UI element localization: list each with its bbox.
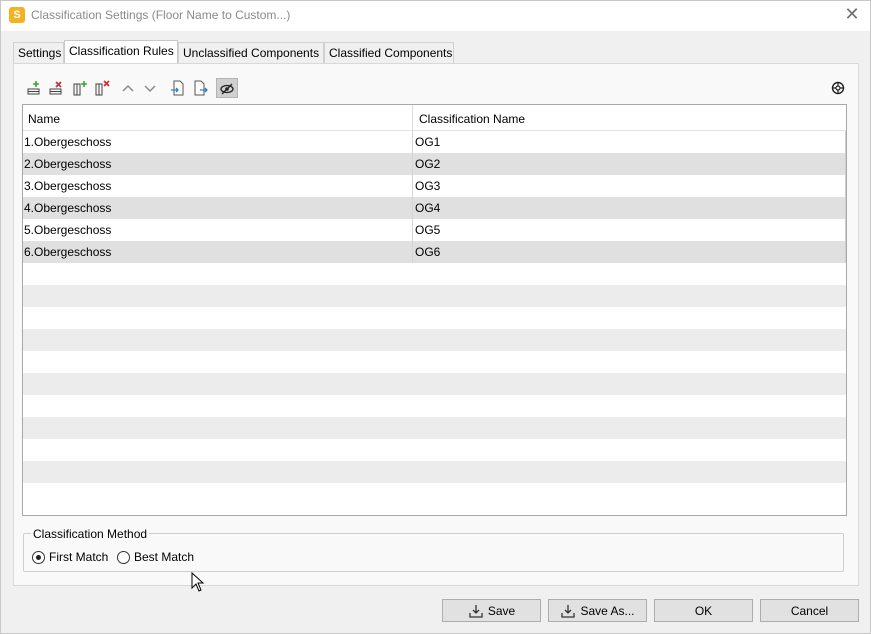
save-button-label: Save [487, 603, 516, 618]
settings-icon[interactable] [828, 78, 848, 98]
toolbar [22, 78, 848, 98]
empty-row [23, 483, 846, 505]
save-as-button-label: Save As... [580, 603, 635, 618]
radio-best-match-label: Best Match [134, 550, 195, 564]
close-icon[interactable]: ✕ [842, 4, 862, 24]
empty-row [23, 417, 846, 439]
tab-settings[interactable]: Settings [13, 42, 64, 63]
cell-classification[interactable]: OG4 [415, 197, 440, 219]
add-column-icon[interactable] [70, 78, 90, 98]
empty-row [23, 461, 846, 483]
tab-classified-components[interactable]: Classified Components [324, 42, 454, 63]
title-bar: S Classification Settings (Floor Name to… [1, 1, 870, 31]
cell-classification[interactable]: OG1 [415, 131, 440, 153]
empty-row [23, 329, 846, 351]
cell-classification[interactable]: OG5 [415, 219, 440, 241]
window-title: Classification Settings (Floor Name to C… [31, 8, 291, 22]
cell-name[interactable]: 1.Obergeschoss [24, 131, 111, 153]
column-divider[interactable] [412, 105, 413, 131]
ok-button[interactable]: OK [654, 599, 753, 622]
download-icon [469, 604, 483, 618]
mouse-cursor-icon [191, 571, 205, 592]
cell-name[interactable]: 4.Obergeschoss [24, 197, 111, 219]
empty-row [23, 439, 846, 461]
tab-unclassified-components[interactable]: Unclassified Components [178, 42, 324, 63]
cell-classification[interactable]: OG3 [415, 175, 440, 197]
column-header-classification-name[interactable]: Classification Name [414, 105, 525, 131]
empty-row [23, 307, 846, 329]
add-row-icon[interactable] [24, 78, 44, 98]
empty-row [23, 285, 846, 307]
empty-row [23, 351, 846, 373]
export-icon[interactable] [190, 78, 210, 98]
radio-unchecked-icon[interactable] [117, 550, 130, 564]
save-button[interactable]: Save [442, 599, 541, 622]
classification-method-legend: Classification Method [31, 527, 150, 541]
cell-classification[interactable]: OG6 [415, 241, 440, 263]
cell-classification[interactable]: OG2 [415, 153, 440, 175]
empty-row [23, 373, 846, 395]
save-as-button[interactable]: Save As... [548, 599, 647, 622]
cell-name[interactable]: 2.Obergeschoss [24, 153, 111, 175]
empty-row [23, 395, 846, 417]
empty-row [23, 263, 846, 285]
radio-checked-icon[interactable] [32, 550, 45, 564]
table-header: Name Classification Name [23, 105, 846, 131]
cancel-button[interactable]: Cancel [760, 599, 859, 622]
table-row[interactable]: 3.Obergeschoss OG3 [23, 175, 846, 197]
cell-name[interactable]: 3.Obergeschoss [24, 175, 111, 197]
table-row[interactable]: 2.Obergeschoss OG2 [23, 153, 846, 175]
table-row[interactable]: 1.Obergeschoss OG1 [23, 131, 846, 153]
app-logo-icon: S [9, 7, 25, 23]
radio-best-match[interactable]: Best Match [117, 550, 194, 564]
download-icon [561, 604, 576, 618]
delete-column-icon[interactable] [92, 78, 112, 98]
radio-first-match-label: First Match [49, 550, 109, 564]
move-down-icon[interactable] [140, 78, 160, 98]
import-icon[interactable] [168, 78, 188, 98]
tab-classification-rules[interactable]: Classification Rules [64, 40, 178, 63]
table-row[interactable]: 6.Obergeschoss OG6 [23, 241, 846, 263]
rules-table: Name Classification Name 1.Obergeschoss … [22, 104, 847, 516]
delete-row-icon[interactable] [46, 78, 66, 98]
table-row[interactable]: 5.Obergeschoss OG5 [23, 219, 846, 241]
visibility-icon[interactable] [216, 78, 238, 98]
radio-first-match[interactable]: First Match [32, 550, 108, 564]
cell-name[interactable]: 5.Obergeschoss [24, 219, 111, 241]
column-header-name[interactable]: Name [23, 105, 60, 131]
move-up-icon[interactable] [118, 78, 138, 98]
table-row[interactable]: 4.Obergeschoss OG4 [23, 197, 846, 219]
cell-name[interactable]: 6.Obergeschoss [24, 241, 111, 263]
